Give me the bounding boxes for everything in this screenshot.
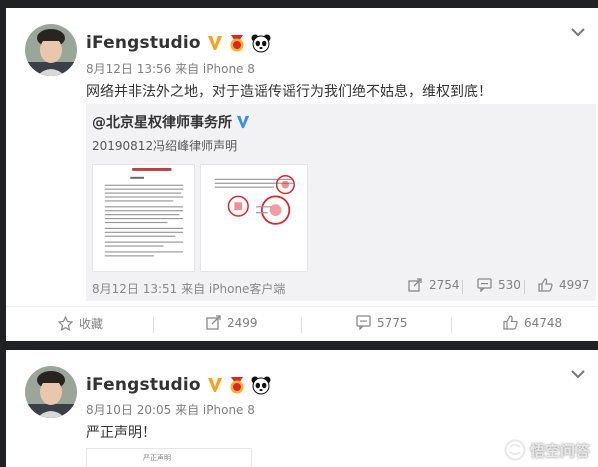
chevron-down-icon[interactable]	[570, 368, 586, 380]
medal-icon[interactable]	[227, 33, 247, 53]
like-count: 64748	[524, 315, 563, 330]
watermark-text: 悟空问答	[529, 441, 590, 460]
repost-user-row: @北京星权律师事务所	[92, 112, 250, 132]
thumbs-up-icon	[538, 278, 553, 292]
divider	[451, 317, 452, 333]
repost-meta[interactable]: 8月12日 13:51 来自 iPhone客户端	[92, 280, 285, 297]
avatar-photo-icon	[25, 366, 77, 418]
repost-box[interactable]: @北京星权律师事务所 20190812冯绍峰律师声明 8月12日 13:51 来…	[86, 104, 596, 301]
repost-like-count: 4997	[559, 278, 590, 292]
username[interactable]: iFengstudio	[86, 33, 201, 53]
avatar-photo-icon	[25, 24, 77, 76]
user-row: iFengstudio	[86, 30, 271, 56]
document-title: 严正声明	[143, 454, 171, 462]
star-icon	[58, 316, 73, 331]
verified-v-icon	[236, 115, 250, 129]
document-image-2[interactable]	[200, 164, 308, 272]
forward-icon	[408, 278, 422, 292]
weibo-post-card: iFengstudio 8月12日 13:56 来自 iPhone 8 网络并非…	[6, 8, 598, 341]
document-seal-thumbnail-icon	[214, 175, 295, 225]
comment-icon	[356, 315, 371, 330]
divider	[524, 280, 525, 294]
action-bar: 收藏 2499 5775 64748	[6, 306, 598, 341]
username[interactable]: iFengstudio	[86, 375, 201, 395]
medal-icon[interactable]	[227, 375, 247, 395]
comment-icon	[477, 278, 492, 292]
repost-comment[interactable]: 530	[477, 278, 521, 292]
forward-count: 2499	[227, 315, 258, 330]
favorite-label: 收藏	[79, 317, 104, 331]
verified-v-icon	[207, 378, 222, 392]
thumbs-up-icon	[503, 315, 518, 330]
favorite-button[interactable]: 收藏	[58, 315, 103, 332]
comment-button[interactable]: 5775	[356, 315, 408, 330]
post-text: 网络并非法外之地，对于造谣传谣行为我们绝不姑息，维权到底！	[86, 84, 492, 100]
forward-button[interactable]: 2499	[206, 315, 258, 330]
panda-icon[interactable]	[251, 33, 271, 53]
divider	[153, 317, 154, 333]
forward-icon	[206, 315, 221, 330]
document-image-1[interactable]	[92, 164, 195, 272]
panda-icon[interactable]	[251, 375, 271, 395]
avatar[interactable]	[25, 366, 77, 418]
repost-forward[interactable]: 2754	[408, 278, 460, 292]
repost-username[interactable]: @北京星权律师事务所	[92, 112, 232, 132]
post-meta[interactable]: 8月10日 20:05 来自 iPhone 8	[86, 401, 255, 418]
repost-forward-count: 2754	[429, 278, 460, 292]
document-thumbnail-icon	[104, 167, 184, 257]
wukong-logo-icon	[504, 439, 526, 461]
comment-count: 5775	[377, 315, 408, 330]
avatar[interactable]	[25, 24, 77, 76]
post-text: 严正声明！	[86, 425, 156, 441]
verified-v-icon	[207, 36, 222, 50]
repost-comment-count: 530	[498, 278, 521, 292]
like-button[interactable]: 64748	[503, 315, 562, 330]
user-row: iFengstudio	[86, 372, 271, 398]
divider	[301, 317, 302, 333]
watermark: 悟空问答	[504, 439, 590, 461]
divider	[462, 280, 463, 294]
repost-text: 20190812冯绍峰律师声明	[92, 139, 238, 153]
document-image[interactable]: 严正声明	[86, 448, 252, 467]
repost-like[interactable]: 4997	[538, 278, 590, 292]
chevron-down-icon[interactable]	[570, 26, 586, 38]
post-meta[interactable]: 8月12日 13:56 来自 iPhone 8	[86, 60, 255, 77]
